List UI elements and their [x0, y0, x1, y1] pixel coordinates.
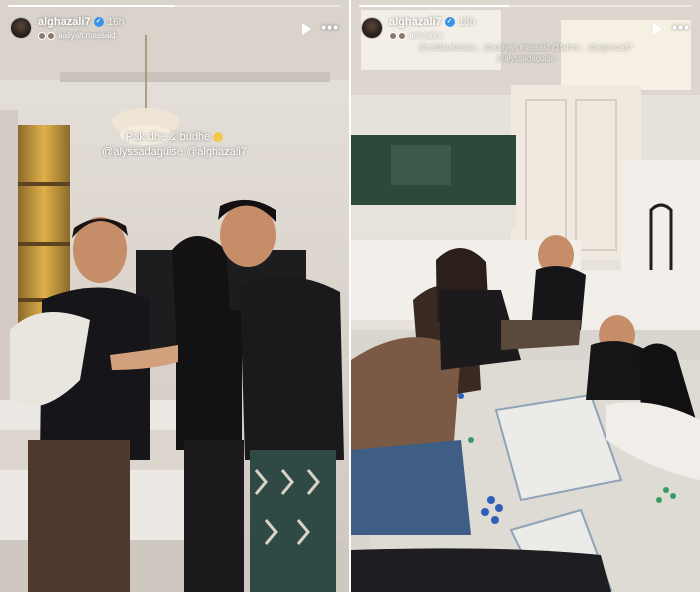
- caption-mentions[interactable]: @alyssadaguise @alghazali7: [0, 145, 349, 160]
- verified-badge-icon: ✓: [93, 17, 104, 28]
- story-left[interactable]: alghazali7 ✓ 16h aaliyah.massaid ••• Pak d…: [0, 0, 349, 592]
- collab-avatar-icon: [47, 31, 55, 40]
- post-time: 13h: [458, 17, 476, 28]
- story-photo-left: [0, 0, 349, 592]
- avatar[interactable]: [10, 17, 32, 39]
- post-time: 16h: [107, 17, 125, 28]
- story-progress-fill: [359, 5, 509, 7]
- story-caption: Pak dhe & budhe @alyssadaguise @alghazal…: [0, 130, 349, 160]
- caption-text: Pak dhe & budhe: [125, 131, 211, 143]
- collab-username[interactable]: aaliyah.massaid: [58, 31, 115, 40]
- collab-line[interactable]: aaliyah.massaid: [38, 31, 116, 40]
- story-progress-bar: [359, 5, 692, 7]
- more-icon[interactable]: •••: [321, 19, 339, 35]
- play-icon[interactable]: [653, 23, 662, 35]
- story-mentions[interactable]: @cadlarafataha... @aaliyah.massaid @fahm…: [351, 42, 700, 64]
- collab-avatar-icon: [389, 31, 397, 40]
- mentions-line[interactable]: @cadlarafataha... @aaliyah.massaid @fahm…: [351, 42, 700, 53]
- story-right[interactable]: alghazali7 ✓ 13h anissaica ••• @cadlarafat…: [351, 0, 700, 592]
- username[interactable]: alghazali7 ✓ 16h: [38, 16, 124, 28]
- collab-avatar-icon: [398, 31, 406, 40]
- story-progress-fill: [8, 5, 175, 7]
- more-icon[interactable]: •••: [672, 19, 690, 35]
- collab-username[interactable]: anissaica: [409, 31, 442, 40]
- username[interactable]: alghazali7 ✓ 13h: [389, 16, 475, 28]
- collab-avatar-icon: [38, 31, 46, 40]
- username-text[interactable]: alghazali7: [38, 16, 91, 28]
- story-photo-right: [351, 0, 700, 592]
- mentions-line[interactable]: @alyssadaguise: [351, 53, 700, 64]
- play-icon[interactable]: [302, 23, 311, 35]
- story-progress-bar: [8, 5, 341, 7]
- smile-emoji-icon: [213, 132, 224, 143]
- username-text[interactable]: alghazali7: [389, 16, 442, 28]
- verified-badge-icon: ✓: [444, 17, 455, 28]
- collab-line[interactable]: anissaica: [389, 31, 443, 40]
- avatar[interactable]: [361, 17, 383, 39]
- story-header: alghazali7 ✓ 16h aaliyah.massaid •••: [10, 14, 339, 48]
